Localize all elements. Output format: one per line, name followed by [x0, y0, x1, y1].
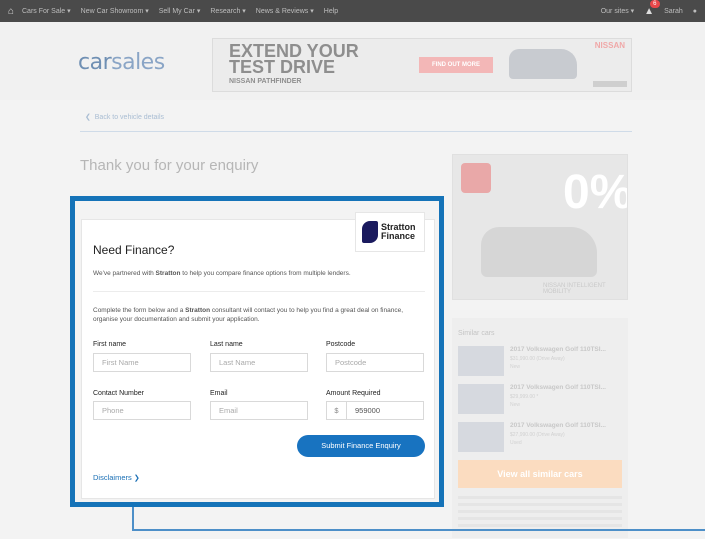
- first-name-input[interactable]: First Name: [93, 353, 191, 372]
- promo-strapline: NISSAN INTELLIGENT MOBILITY: [543, 283, 606, 295]
- disclaimers-toggle[interactable]: Disclaimers ❯: [93, 473, 140, 482]
- view-all-similar-button[interactable]: View all similar cars: [458, 460, 622, 488]
- contact-number-label: Contact Number: [93, 390, 144, 397]
- email-input[interactable]: Email: [210, 401, 308, 420]
- chevron-down-icon: ❯: [133, 475, 140, 482]
- user-name[interactable]: Sarah: [664, 8, 683, 15]
- amount-required-input[interactable]: $ 959000: [326, 401, 424, 420]
- car-name: 2017 Volkswagen Golf 110TSI...: [510, 346, 606, 353]
- similar-car-item[interactable]: 2017 Volkswagen Golf 110TSI... $31,990.0…: [458, 346, 624, 380]
- car-condition: New: [510, 364, 521, 370]
- nav-new-car-showroom[interactable]: New Car Showroom ▾: [81, 7, 149, 15]
- ad-tag: [593, 81, 627, 87]
- site-header: carsales EXTEND YOUR TEST DRIVE NISSAN PA…: [0, 22, 705, 100]
- postcode-label: Postcode: [326, 341, 356, 348]
- finance-description: Complete the form below and a Stratton c…: [93, 307, 404, 323]
- nav-research[interactable]: Research ▾: [210, 7, 245, 15]
- last-name-input[interactable]: Last Name: [210, 353, 308, 372]
- user-avatar-icon[interactable]: ●: [693, 8, 697, 15]
- finance-intro: We've partnered with Stratton to help yo…: [93, 270, 351, 277]
- carsales-logo[interactable]: carsales: [78, 50, 165, 75]
- car-condition: Used: [510, 440, 522, 446]
- car-thumbnail: [458, 346, 504, 376]
- ad-headline: EXTEND YOUR TEST DRIVE: [229, 41, 359, 77]
- nav-news-reviews[interactable]: News & Reviews ▾: [256, 7, 314, 15]
- divider: [93, 291, 425, 292]
- notifications-bell-icon[interactable]: ▲ 6: [644, 0, 660, 17]
- last-name-label: Last name: [210, 341, 243, 348]
- nav-sell-my-car[interactable]: Sell My Car ▾: [159, 7, 201, 15]
- ad-find-out-more-button[interactable]: FIND OUT MORE: [419, 57, 493, 73]
- ad-brand: NISSAN: [594, 41, 625, 50]
- car-condition: New: [510, 402, 521, 408]
- similar-cars-panel: Similar cars 2017 Volkswagen Golf 110TSI…: [452, 318, 628, 538]
- home-icon[interactable]: ⌂: [0, 6, 22, 17]
- phone-input[interactable]: Phone: [93, 401, 191, 420]
- nissan-promo-ad[interactable]: 0% NISSAN INTELLIGENT MOBILITY: [452, 154, 628, 300]
- nissan-logo: [461, 163, 491, 193]
- amount-value: 959000: [355, 406, 381, 415]
- similar-cars-title: Similar cars: [458, 330, 495, 337]
- postcode-input[interactable]: Postcode: [326, 353, 424, 372]
- finance-enquiry-card: Stratton Finance Need Finance? We've part…: [81, 212, 435, 499]
- similar-car-item[interactable]: 2017 Volkswagen Golf 110TSI... $29,999.0…: [458, 384, 624, 418]
- car-price: $29,999.00 *: [510, 394, 539, 400]
- callout-connector: [132, 529, 705, 531]
- stratton-finance-logo: Stratton Finance: [355, 212, 425, 252]
- car-name: 2017 Volkswagen Golf 110TSI...: [510, 384, 606, 391]
- currency-symbol: $: [327, 402, 347, 419]
- car-name: 2017 Volkswagen Golf 110TSI...: [510, 422, 606, 429]
- nav-cars-for-sale[interactable]: Cars For Sale ▾: [22, 7, 71, 15]
- notification-count-badge: 6: [650, 0, 660, 8]
- divider: [80, 131, 632, 132]
- logo-part-2: sales: [111, 50, 165, 75]
- submit-finance-enquiry-button[interactable]: Submit Finance Enquiry: [297, 435, 425, 457]
- similar-car-item[interactable]: 2017 Volkswagen Golf 110TSI... $27,990.0…: [458, 422, 624, 456]
- nissan-banner-ad[interactable]: EXTEND YOUR TEST DRIVE NISSAN PATHFINDER …: [212, 38, 632, 92]
- promo-truck-image: [481, 227, 597, 277]
- ad-car-image: [509, 49, 577, 79]
- logo-part-1: car: [78, 50, 112, 75]
- back-to-vehicle-link[interactable]: ❮ Back to vehicle details: [85, 113, 164, 121]
- first-name-label: First name: [93, 341, 127, 348]
- our-sites-menu[interactable]: Our sites ▾: [601, 7, 634, 15]
- car-price: $27,990.00 (Drive Away): [510, 432, 565, 438]
- car-thumbnail: [458, 384, 504, 414]
- email-label: Email: [210, 390, 228, 397]
- callout-connector: [132, 507, 134, 531]
- nav-help[interactable]: Help: [324, 8, 338, 15]
- car-thumbnail: [458, 422, 504, 452]
- car-price: $31,990.00 (Drive Away): [510, 356, 565, 362]
- stratton-s-icon: [362, 221, 378, 243]
- finance-title: Need Finance?: [93, 243, 175, 257]
- top-nav: ⌂ Cars For Sale ▾ New Car Showroom ▾ Sel…: [0, 0, 705, 22]
- amount-required-label: Amount Required: [326, 390, 381, 397]
- ad-subtitle: NISSAN PATHFINDER: [229, 78, 302, 85]
- page-title: Thank you for your enquiry: [80, 157, 259, 174]
- promo-rate: 0%: [563, 166, 628, 219]
